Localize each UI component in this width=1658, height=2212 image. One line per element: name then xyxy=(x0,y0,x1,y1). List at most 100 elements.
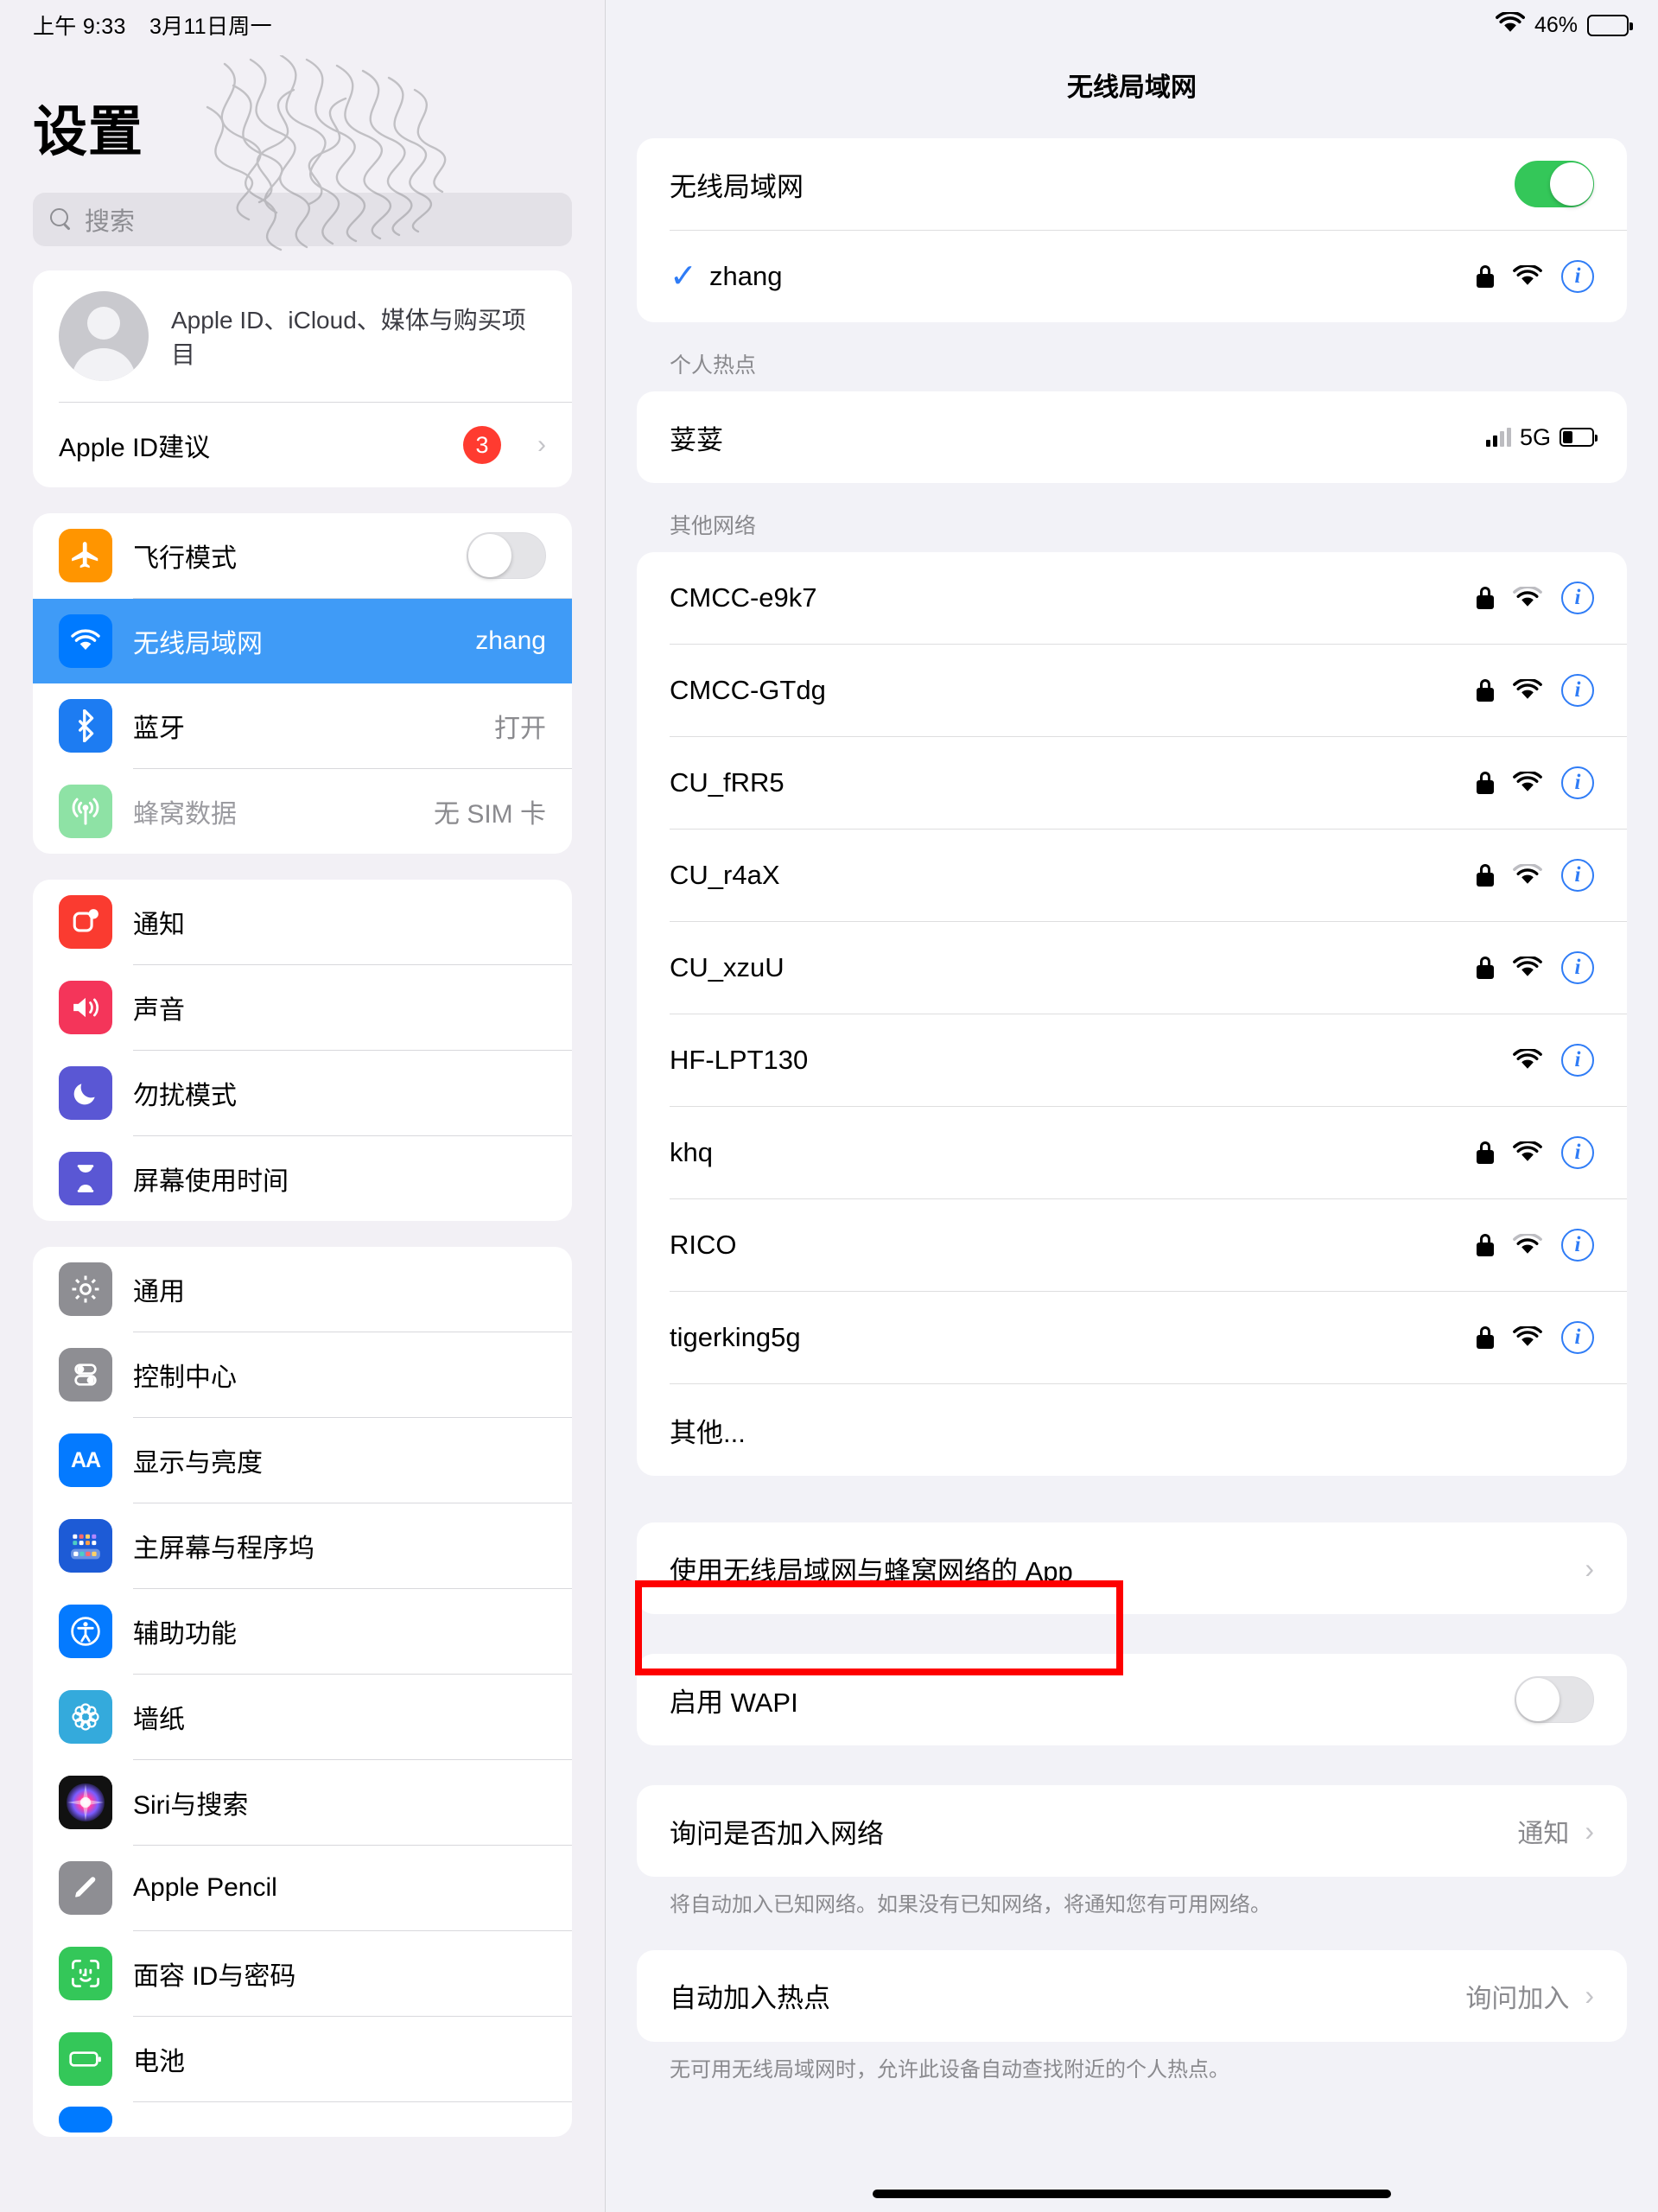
wifi-cellular-apps-row[interactable]: 使用无线局域网与蜂窝网络的 App › xyxy=(637,1522,1627,1614)
auto-hotspot-footer: 无可用无线局域网时，允许此设备自动查找附近的个人热点。 xyxy=(670,2057,1229,2082)
info-circle-icon[interactable]: i xyxy=(1561,260,1594,293)
sidebar-item-label: 通用 xyxy=(133,1278,185,1306)
info-circle-icon[interactable]: i xyxy=(1561,859,1594,892)
airplane-icon xyxy=(59,529,112,582)
network-name: khq xyxy=(670,1137,713,1167)
wifi-toggle-row[interactable]: 无线局域网 xyxy=(637,138,1627,230)
network-indicators: i xyxy=(1477,951,1594,984)
table-row[interactable]: khq i xyxy=(637,1107,1627,1198)
sidebar-item-airplane-mode[interactable]: 飞行模式 xyxy=(33,513,572,598)
hotspot-row[interactable]: 荽荽 5G xyxy=(637,391,1627,483)
wifi-signal-icon xyxy=(1513,1140,1542,1164)
other-network-label: 其他... xyxy=(670,1417,746,1448)
network-indicators: i xyxy=(1477,260,1594,293)
page-title: 设置 xyxy=(33,102,143,162)
wifi-signal-icon xyxy=(1513,677,1542,702)
network-name: HF-LPT130 xyxy=(670,1045,809,1075)
network-indicators: i xyxy=(1513,1044,1594,1077)
sidebar-item-apple-pencil[interactable]: Apple Pencil xyxy=(33,1846,572,1930)
info-circle-icon[interactable]: i xyxy=(1561,1321,1594,1354)
sidebar-item-do-not-disturb[interactable]: 勿扰模式 xyxy=(33,1051,572,1135)
wifi-icon xyxy=(59,614,112,668)
sidebar-item-sounds[interactable]: 声音 xyxy=(33,965,572,1050)
accessibility-icon xyxy=(59,1605,112,1658)
table-row[interactable]: CMCC-e9k7 i xyxy=(637,552,1627,644)
sidebar-item-next[interactable] xyxy=(33,2102,572,2137)
auto-hotspot-row[interactable]: 自动加入热点 询问加入 › xyxy=(637,1950,1627,2042)
info-circle-icon[interactable]: i xyxy=(1561,951,1594,984)
sidebar-group-connectivity: 飞行模式 无线局域网 zhang 蓝牙 打开 蜂窝数据 无 SIM 卡 xyxy=(33,513,572,854)
table-row[interactable]: RICO i xyxy=(637,1199,1627,1291)
sidebar-item-label: 控制中心 xyxy=(133,1363,237,1392)
sidebar-item-display-brightness[interactable]: AA 显示与亮度 xyxy=(33,1418,572,1503)
sidebar-item-control-center[interactable]: 控制中心 xyxy=(33,1332,572,1417)
connected-network-row[interactable]: ✓ zhang i xyxy=(637,231,1627,322)
table-row[interactable]: CU_fRR5 i xyxy=(637,737,1627,829)
info-circle-icon[interactable]: i xyxy=(1561,674,1594,707)
table-row[interactable]: CMCC-GTdg i xyxy=(637,645,1627,736)
info-circle-icon[interactable]: i xyxy=(1561,1044,1594,1077)
search-input[interactable]: 搜索 xyxy=(33,193,572,246)
control-center-icon xyxy=(59,1348,112,1402)
chevron-right-icon: › xyxy=(1585,1815,1594,1847)
sidebar-item-label: 蓝牙 xyxy=(133,715,185,743)
sidebar-item-face-id[interactable]: 面容 ID与密码 xyxy=(33,1931,572,2016)
sidebar-item-label: 飞行模式 xyxy=(133,544,237,573)
apple-id-suggestion-row[interactable]: Apple ID建议 3 › xyxy=(33,403,572,487)
settings-sidebar: 设置 搜索 Apple ID、iCloud、媒体与购买项目 Apple ID建议… xyxy=(0,0,605,2212)
wapi-row[interactable]: 启用 WAPI xyxy=(637,1654,1627,1745)
ask-join-row[interactable]: 询问是否加入网络 通知 › xyxy=(637,1785,1627,1877)
info-circle-icon[interactable]: i xyxy=(1561,1136,1594,1169)
lock-icon xyxy=(1477,1141,1494,1164)
privacy-icon xyxy=(59,2107,112,2133)
wifi-cellular-apps-label: 使用无线局域网与蜂窝网络的 App xyxy=(670,1555,1073,1586)
sidebar-item-label: 面容 ID与密码 xyxy=(133,1962,296,1991)
sidebar-item-accessibility[interactable]: 辅助功能 xyxy=(33,1589,572,1674)
auto-hotspot-label: 自动加入热点 xyxy=(670,1983,830,2014)
sidebar-item-battery[interactable]: 电池 xyxy=(33,2017,572,2101)
wifi-signal-icon xyxy=(1513,770,1542,794)
sidebar-item-bluetooth[interactable]: 蓝牙 打开 xyxy=(33,683,572,768)
info-circle-icon[interactable]: i xyxy=(1561,1229,1594,1262)
other-networks-card: CMCC-e9k7 i CMCC-GTdg i CU_fRR5 i CU_r4a… xyxy=(637,552,1627,1476)
airplane-mode-toggle[interactable] xyxy=(467,532,546,579)
ask-join-label: 询问是否加入网络 xyxy=(670,1818,884,1849)
sidebar-item-siri-search[interactable]: Siri与搜索 xyxy=(33,1760,572,1845)
sidebar-item-label: 主屏幕与程序坞 xyxy=(133,1535,314,1563)
wifi-toggle[interactable] xyxy=(1515,161,1594,207)
sidebar-item-label: 显示与亮度 xyxy=(133,1449,263,1478)
table-row[interactable]: tigerking5g i xyxy=(637,1292,1627,1383)
other-network-row[interactable]: 其他... xyxy=(637,1384,1627,1476)
sidebar-item-general[interactable]: 通用 xyxy=(33,1247,572,1332)
wifi-toggle-label: 无线局域网 xyxy=(670,171,804,202)
wifi-apps-card: 使用无线局域网与蜂窝网络的 App › xyxy=(637,1522,1627,1614)
sidebar-item-notifications[interactable]: 通知 xyxy=(33,880,572,964)
network-indicators: i xyxy=(1477,1136,1594,1169)
lock-icon xyxy=(1477,587,1494,609)
sidebar-item-cellular[interactable]: 蜂窝数据 无 SIM 卡 xyxy=(33,769,572,854)
wapi-toggle[interactable] xyxy=(1515,1676,1594,1723)
moon-icon xyxy=(59,1066,112,1120)
search-icon xyxy=(50,208,73,231)
network-indicators: i xyxy=(1477,582,1594,614)
siri-icon xyxy=(59,1776,112,1829)
hotspot-network-type: 5G xyxy=(1519,423,1551,450)
sound-icon xyxy=(59,981,112,1034)
notifications-icon xyxy=(59,895,112,949)
sidebar-item-home-screen[interactable]: 主屏幕与程序坞 xyxy=(33,1503,572,1588)
sidebar-item-label: Siri与搜索 xyxy=(133,1791,249,1820)
info-circle-icon[interactable]: i xyxy=(1561,766,1594,799)
table-row[interactable]: HF-LPT130 i xyxy=(637,1014,1627,1106)
lock-icon xyxy=(1477,772,1494,794)
wifi-signal-icon xyxy=(1513,1047,1542,1071)
table-row[interactable]: CU_r4aX i xyxy=(637,830,1627,921)
sidebar-item-screen-time[interactable]: 屏幕使用时间 xyxy=(33,1136,572,1221)
lock-icon xyxy=(1477,957,1494,979)
sidebar-item-value: zhang xyxy=(475,626,546,655)
apple-id-row[interactable]: Apple ID、iCloud、媒体与购买项目 xyxy=(33,270,572,402)
table-row[interactable]: CU_xzuU i xyxy=(637,922,1627,1014)
sidebar-item-wifi[interactable]: 无线局域网 zhang xyxy=(33,599,572,683)
info-circle-icon[interactable]: i xyxy=(1561,582,1594,614)
checkmark-icon: ✓ xyxy=(670,258,697,295)
sidebar-item-wallpaper[interactable]: 墙纸 xyxy=(33,1675,572,1759)
